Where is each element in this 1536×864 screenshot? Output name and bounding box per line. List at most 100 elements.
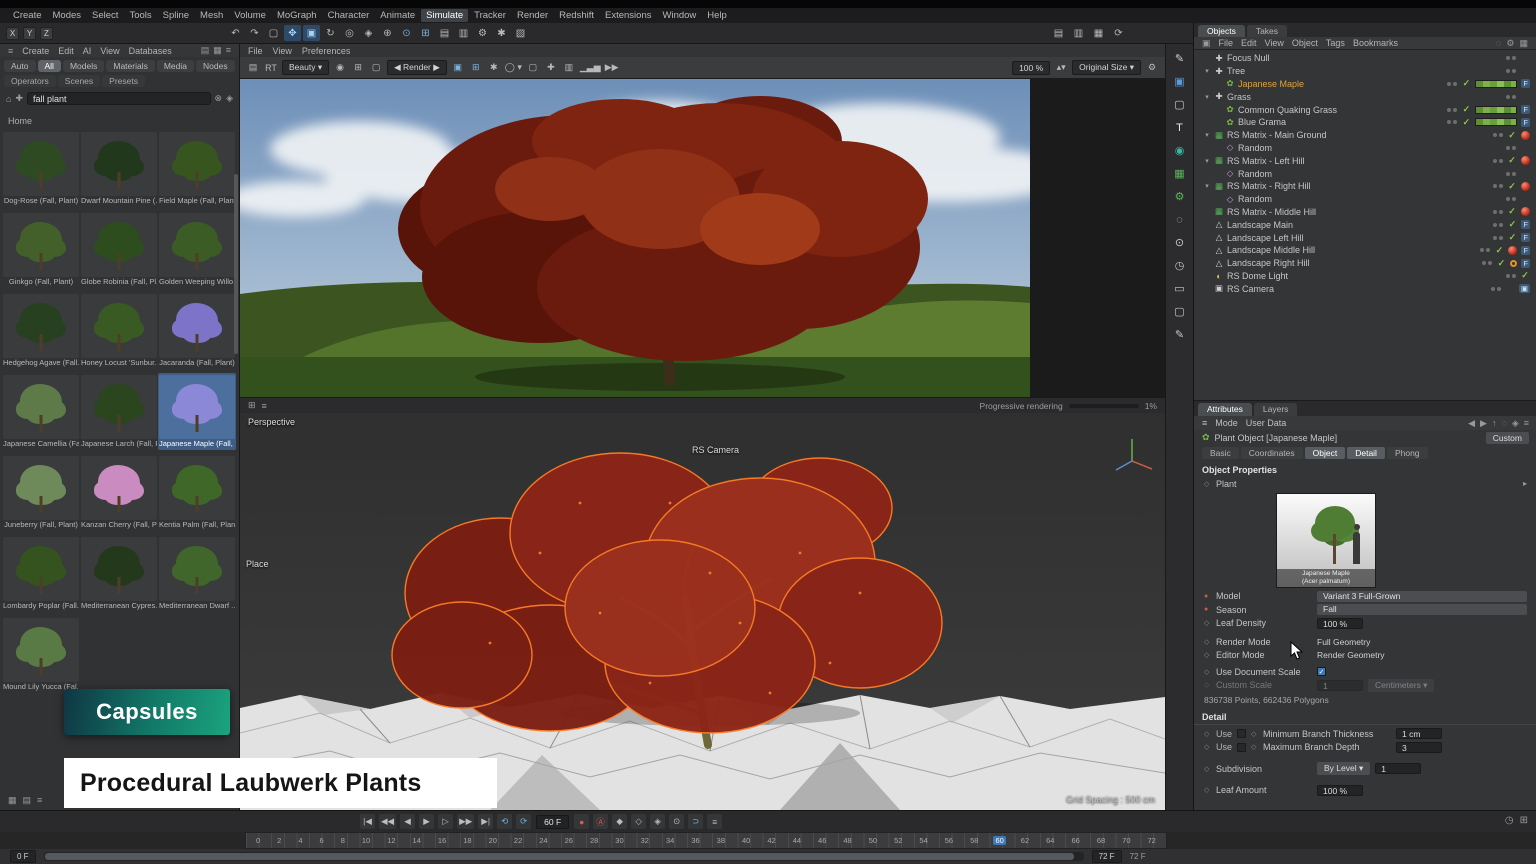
timeline-right-icon[interactable]: ◷ (1505, 815, 1514, 826)
visibility-dots[interactable] (1506, 95, 1516, 99)
object-name[interactable]: Tree (1227, 66, 1245, 76)
perspective-viewport[interactable]: Perspective RS Camera Place Grid Spacing… (240, 413, 1165, 810)
asset-item[interactable]: Honey Locust 'Sunbur... (80, 292, 158, 369)
frame-number[interactable]: 18 (461, 836, 473, 845)
expand-arrow-icon[interactable]: ▾ (1203, 131, 1211, 139)
side-tool-icon[interactable]: ⊙ (1175, 236, 1184, 250)
asset-item[interactable]: Dog-Rose (Fall, Plant) (2, 130, 80, 207)
record-button[interactable]: ◇ (631, 814, 646, 829)
om-menu-item[interactable]: Edit (1241, 38, 1257, 48)
render-view-tool[interactable]: ▢ (526, 62, 540, 73)
hamburger-icon[interactable]: ≡ (8, 46, 13, 56)
om-menu-item[interactable]: Object (1292, 38, 1318, 48)
toolbar-icon[interactable]: ↶ (227, 25, 244, 41)
record-button[interactable]: ≡ (707, 814, 722, 829)
frame-number[interactable]: 20 (487, 836, 499, 845)
asset-item[interactable]: Hedgehog Agave (Fall... (2, 292, 80, 369)
frame-number[interactable]: 52 (892, 836, 904, 845)
search-icon[interactable]: ◌ (1501, 418, 1506, 429)
om-menu-item[interactable]: Tags (1326, 38, 1345, 48)
hamburger-icon[interactable]: ≡ (1202, 418, 1207, 428)
toolbar-icon[interactable]: ⊞ (417, 25, 434, 41)
toolbar-icon[interactable]: ✱ (493, 25, 510, 41)
om-menu-item[interactable]: View (1265, 38, 1284, 48)
frame-number[interactable]: 62 (1019, 836, 1031, 845)
object-name[interactable]: Random (1238, 143, 1272, 153)
object-name[interactable]: Blue Grama (1238, 117, 1286, 127)
manager-tab[interactable]: Objects (1198, 25, 1245, 37)
key-dot-icon[interactable]: ◇ (1204, 619, 1211, 627)
menu-item[interactable]: Tracker (469, 9, 511, 22)
asset-item[interactable]: Globe Robinia (Fall, Pl... (80, 211, 158, 288)
search-icon[interactable]: ◌ (1496, 38, 1501, 49)
side-tool-icon[interactable]: ◉ (1175, 144, 1185, 158)
om-menu-item[interactable]: Bookmarks (1353, 38, 1398, 48)
object-name[interactable]: Landscape Middle Hill (1227, 245, 1315, 255)
visibility-dots[interactable] (1480, 248, 1490, 252)
menu-item[interactable]: Spline (158, 9, 194, 22)
object-row[interactable]: ▦ RS Matrix - Middle Hill ✓ (1194, 206, 1536, 219)
toolbar-icon[interactable]: ◎ (341, 25, 358, 41)
viewport-camera-menu[interactable]: Perspective (248, 417, 295, 427)
key-dot-icon[interactable]: ◇ (1204, 765, 1211, 773)
object-row[interactable]: ◇ Random (1194, 167, 1536, 180)
menu-item[interactable]: Render (512, 9, 553, 22)
frame-number[interactable]: 8 (339, 836, 347, 845)
transport-button[interactable]: ⟲ (497, 814, 512, 829)
toolbar-icon[interactable]: ⚙ (474, 25, 491, 41)
season-dropdown[interactable]: Fall (1317, 604, 1527, 615)
clear-search-icon[interactable]: ⊗ (215, 93, 223, 104)
max-branch-input[interactable]: 3 (1396, 742, 1442, 753)
key-dot-icon[interactable]: ● (1204, 606, 1211, 613)
tag-badge[interactable]: F (1521, 246, 1530, 255)
frame-number[interactable]: 56 (943, 836, 955, 845)
render-view-tool[interactable]: ✚ (544, 62, 558, 73)
visibility-dots[interactable] (1506, 69, 1516, 73)
render-view-tool[interactable]: ▥ (562, 62, 576, 73)
render-view-tool[interactable]: ▶▶ (605, 62, 619, 73)
expand-arrow-icon[interactable]: ▾ (1203, 182, 1211, 190)
frame-number[interactable]: 38 (715, 836, 727, 845)
toolbar-icon[interactable]: ◈ (360, 25, 377, 41)
menu-item[interactable]: Help (702, 9, 732, 22)
object-row[interactable]: ▾ ✚ Grass (1194, 90, 1536, 103)
transport-button[interactable]: ▶▶ (457, 814, 474, 829)
menu-item[interactable]: Volume (229, 9, 271, 22)
texture-swatches[interactable] (1475, 80, 1517, 88)
side-tool-icon[interactable]: ◷ (1175, 259, 1185, 273)
current-frame-field[interactable]: 60 F (536, 815, 569, 829)
section-tab[interactable]: Basic (1202, 447, 1239, 459)
object-row[interactable]: ▣ RS Camera ▣ (1194, 282, 1536, 295)
frame-number[interactable]: 48 (841, 836, 853, 845)
object-row[interactable]: △ Landscape Left Hill ✓ F (1194, 231, 1536, 244)
visibility-dots[interactable] (1447, 82, 1457, 86)
asset-item[interactable]: Japanese Larch (Fall, Pl... (80, 373, 158, 450)
object-name[interactable]: Landscape Right Hill (1227, 258, 1310, 268)
use-document-scale-checkbox[interactable]: ✓ (1317, 667, 1326, 676)
object-name[interactable]: Focus Null (1227, 53, 1270, 63)
asset-item[interactable]: Mediterranean Dwarf ... (158, 535, 236, 612)
asset-item[interactable]: Mediterranean Cypres... (80, 535, 158, 612)
key-dot-icon[interactable]: ● (1204, 593, 1211, 600)
panel-layout-icon[interactable]: ▤ (201, 45, 210, 56)
view-list-icon[interactable]: ▤ (23, 795, 32, 806)
tag-badge[interactable]: F (1521, 118, 1530, 127)
render-toolbar-icon[interactable]: ⟳ (1110, 25, 1127, 41)
side-tool-icon[interactable]: ◌ (1176, 213, 1183, 227)
enable-check-icon[interactable]: ✓ (1461, 78, 1471, 89)
side-tool-icon[interactable]: ▦ (1174, 167, 1184, 181)
frame-number[interactable]: 72 (1146, 836, 1158, 845)
toolbar-icon[interactable]: ↻ (322, 25, 339, 41)
frame-number[interactable]: 42 (765, 836, 777, 845)
detail-section-header[interactable]: Detail (1194, 708, 1536, 725)
enable-check-icon[interactable]: ✓ (1496, 258, 1506, 269)
frame-number[interactable]: 44 (791, 836, 803, 845)
manager-tab[interactable]: Takes (1247, 25, 1287, 37)
attributes-tab[interactable]: Layers (1254, 403, 1298, 416)
visibility-dots[interactable] (1506, 56, 1516, 60)
om-panel-icon[interactable]: ▣ (1202, 38, 1211, 49)
visibility-dots[interactable] (1493, 133, 1503, 137)
enable-check-icon[interactable]: ✓ (1507, 130, 1517, 141)
section-tab[interactable]: Phong (1387, 447, 1428, 459)
range-start-field[interactable]: 0 F (10, 850, 36, 863)
